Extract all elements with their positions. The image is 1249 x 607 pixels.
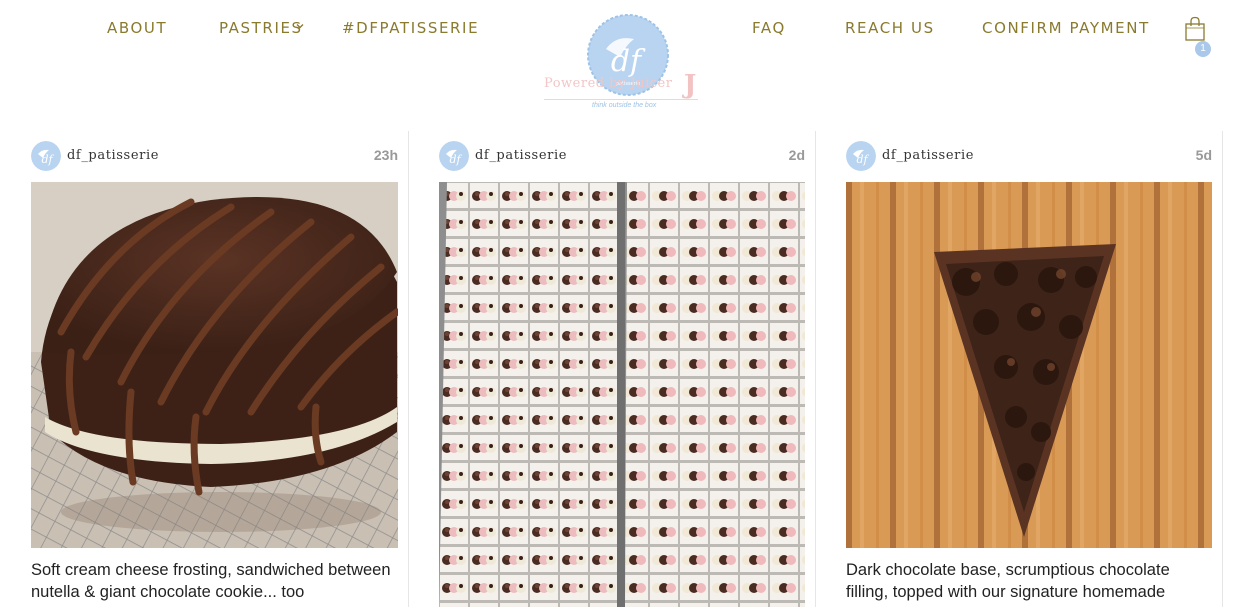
post-caption: Soft cream cheese frosting, sandwiched b… bbox=[31, 561, 391, 601]
chocolate-cake-photo bbox=[31, 182, 398, 548]
avatar-logo-icon: df bbox=[846, 141, 876, 171]
svg-text:df: df bbox=[856, 153, 869, 166]
logo-divider bbox=[544, 99, 698, 100]
post-username[interactable]: df_patisserie bbox=[475, 148, 567, 163]
post-timestamp: 23h bbox=[373, 147, 398, 163]
feed-post[interactable]: df df_patisserie 5d Dark chocolate base,… bbox=[846, 131, 1212, 607]
post-username[interactable]: df_patisserie bbox=[882, 148, 974, 163]
feed-post[interactable]: df df_patisserie 23h Soft cream cheese f… bbox=[31, 131, 398, 607]
nav-reach-us[interactable]: REACH US bbox=[845, 19, 935, 37]
avatar[interactable]: df bbox=[439, 141, 469, 171]
nav-faq[interactable]: FAQ bbox=[752, 19, 786, 37]
logo-monogram: df bbox=[611, 44, 646, 79]
post-caption: Dark chocolate base, scrumptious chocola… bbox=[846, 561, 1170, 601]
nav-pastries[interactable]: PASTRIES bbox=[219, 19, 303, 37]
cart-count-badge: 1 bbox=[1195, 41, 1211, 57]
chevron-down-icon[interactable] bbox=[295, 21, 305, 31]
post-image[interactable] bbox=[439, 182, 805, 607]
feed-divider bbox=[1222, 131, 1223, 607]
post-timestamp: 2d bbox=[788, 147, 805, 163]
shopping-bag-icon[interactable] bbox=[1183, 16, 1207, 42]
feed-divider bbox=[815, 131, 816, 607]
brand-tagline: think outside the box bbox=[592, 102, 657, 109]
powered-by-text[interactable]: Powered by Juicer bbox=[544, 76, 672, 91]
nav-about[interactable]: ABOUT bbox=[107, 19, 167, 37]
avatar[interactable]: df bbox=[846, 141, 876, 171]
avatar[interactable]: df bbox=[31, 141, 61, 171]
avatar-logo-icon: df bbox=[31, 141, 61, 171]
post-timestamp: 5d bbox=[1195, 147, 1212, 163]
feed-post[interactable]: df df_patisserie 2d bbox=[439, 131, 805, 607]
post-image[interactable] bbox=[31, 182, 398, 548]
svg-text:df: df bbox=[449, 153, 462, 166]
svg-text:df: df bbox=[41, 153, 54, 166]
pastry-boxes-photo bbox=[439, 182, 805, 607]
post-image[interactable] bbox=[846, 182, 1212, 548]
juicer-logo: J bbox=[684, 70, 697, 100]
nav-hashtag[interactable]: #DFPATISSERIE bbox=[342, 19, 479, 37]
avatar-logo-icon: df bbox=[439, 141, 469, 171]
nav-confirm-payment[interactable]: CONFIRM PAYMENT bbox=[982, 19, 1150, 37]
feed-divider bbox=[408, 131, 409, 607]
post-username[interactable]: df_patisserie bbox=[67, 148, 159, 163]
social-feed: df df_patisserie 23h Soft cream cheese f… bbox=[0, 131, 1249, 607]
chocolate-tart-slice-photo bbox=[846, 182, 1212, 548]
